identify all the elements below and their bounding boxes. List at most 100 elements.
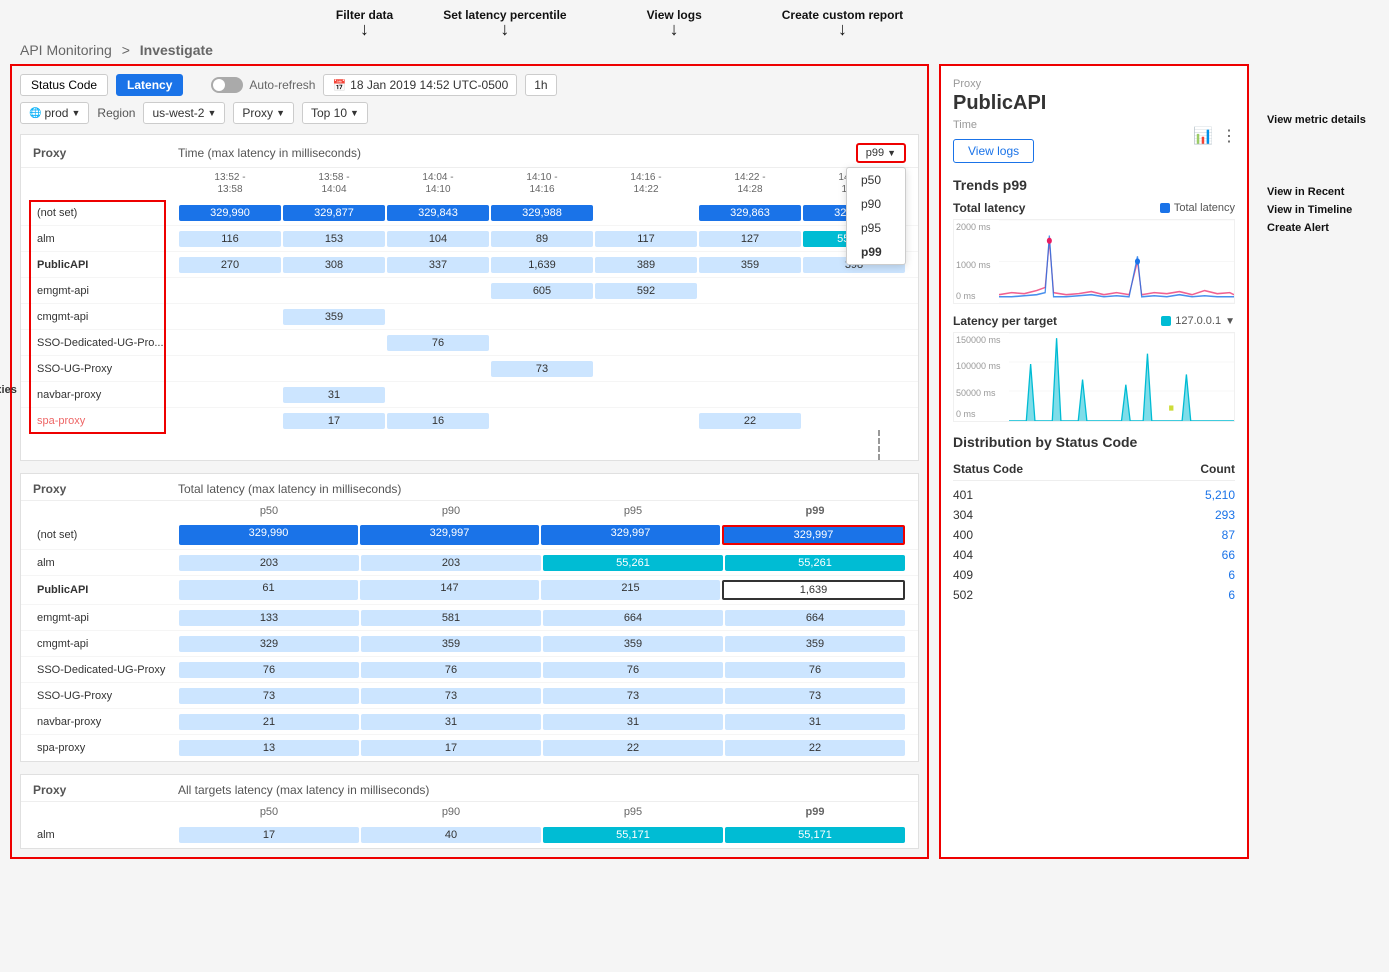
filter-row-1: Status Code Latency Auto-refresh 📅 18 Ja… xyxy=(20,74,919,96)
right-panel-actions: 📊 ⋮ xyxy=(1193,126,1237,146)
total-latency-metric: Total latency Total latency xyxy=(953,201,1235,215)
breadcrumb-parent: API Monitoring xyxy=(20,42,112,58)
filter-data-annotation: Filter data ↓ xyxy=(336,8,393,36)
cell xyxy=(595,361,697,377)
cell xyxy=(699,309,801,325)
cell xyxy=(803,361,905,377)
proxy-name-notset: (not set) xyxy=(33,207,178,219)
table1-title: Time (max latency in milliseconds) xyxy=(178,146,856,160)
view-logs-annotation: View logs ↓ xyxy=(647,8,702,36)
cell: 76 xyxy=(725,662,905,678)
table-row: PublicAPI 61 147 215 1,639 xyxy=(21,576,918,605)
row-values: 116 153 104 89 117 127 55,261 xyxy=(178,230,906,248)
cell xyxy=(179,361,281,377)
cell: 104 xyxy=(387,231,489,247)
row-values: 13 17 22 22 xyxy=(178,739,906,757)
top10-dropdown[interactable]: Top 10 ▼ xyxy=(302,102,368,124)
proxy-name: cmgmt-api xyxy=(33,638,178,650)
dist-col2-header: Count xyxy=(1200,462,1235,476)
cell: 329,997 xyxy=(360,525,539,545)
legend-dot-teal xyxy=(1161,316,1171,326)
row-values: 61 147 215 1,639 xyxy=(178,579,906,601)
table-row: navbar-proxy 21 31 31 31 xyxy=(21,709,918,735)
region-dropdown[interactable]: us-west-2 ▼ xyxy=(143,102,225,124)
cell: 664 xyxy=(725,610,905,626)
table-row: alm 116 153 104 89 117 127 55,261 xyxy=(21,226,918,252)
chart-label-100k: 100000 ms xyxy=(956,361,1001,371)
cell: 16 xyxy=(387,413,489,429)
cell xyxy=(699,283,801,299)
p99-option[interactable]: p99 xyxy=(847,240,905,264)
cell: 664 xyxy=(543,610,723,626)
cell: 329,988 xyxy=(491,205,593,221)
status-code-304: 304 xyxy=(953,508,973,522)
target-legend-arrow[interactable]: ▼ xyxy=(1225,316,1235,327)
table3-proxy-header: Proxy xyxy=(33,783,178,797)
p95-header: p95 xyxy=(542,806,724,818)
cell xyxy=(387,283,489,299)
percentile-dropdown[interactable]: p50 p90 p95 p99 xyxy=(846,167,906,265)
breadcrumb-separator: > xyxy=(122,42,130,58)
date-filter[interactable]: 📅 18 Jan 2019 14:52 UTC-0500 xyxy=(323,74,517,96)
cell: 329,997 xyxy=(722,525,905,545)
cell: 359 xyxy=(725,636,905,652)
toggle-switch[interactable] xyxy=(211,77,243,93)
table2-percentile-headers: p50 p90 p95 p99 xyxy=(21,501,918,521)
status-code-btn[interactable]: Status Code xyxy=(20,74,108,96)
dist-row: 502 6 xyxy=(953,585,1235,605)
row-values: 359 xyxy=(178,308,906,326)
dist-row: 409 6 xyxy=(953,565,1235,585)
cell xyxy=(803,309,905,325)
p50-option[interactable]: p50 xyxy=(847,168,905,192)
total-latency-legend: Total latency xyxy=(1160,202,1235,214)
table-row: emgmt-api 133 581 664 664 xyxy=(21,605,918,631)
cell: 40 xyxy=(361,827,541,843)
duration-filter[interactable]: 1h xyxy=(525,74,556,96)
auto-refresh-toggle[interactable]: Auto-refresh xyxy=(211,77,315,93)
p99-wrapper[interactable]: p99 ▼ p50 p90 p95 p99 xyxy=(856,143,906,163)
p99-selector[interactable]: p99 ▼ xyxy=(856,143,906,163)
status-code-404: 404 xyxy=(953,548,973,562)
cell: 76 xyxy=(179,662,359,678)
cell xyxy=(179,413,281,429)
top10-label: Top 10 xyxy=(311,106,347,120)
count-502: 6 xyxy=(1228,588,1235,602)
table2-header: Proxy Total latency (max latency in mill… xyxy=(21,474,918,501)
table-row: (not set) 329,990 329,877 329,843 329,98… xyxy=(21,200,918,226)
row-values: 203 203 55,261 55,261 xyxy=(178,554,906,572)
latency-target-svg xyxy=(1009,333,1234,421)
cell: 31 xyxy=(543,714,723,730)
more-options-icon[interactable]: ⋮ xyxy=(1221,126,1237,146)
row-values: 73 xyxy=(178,360,906,378)
cell: 31 xyxy=(361,714,541,730)
dist-header: Status Code Count xyxy=(953,458,1235,481)
latency-btn[interactable]: Latency xyxy=(116,74,183,96)
table-row: SSO-UG-Proxy 73 73 73 73 xyxy=(21,683,918,709)
view-logs-btn[interactable]: View logs xyxy=(953,139,1034,163)
prod-dropdown[interactable]: 🌐 prod ▼ xyxy=(20,102,89,124)
cell xyxy=(595,335,697,351)
p95-option[interactable]: p95 xyxy=(847,216,905,240)
total-latency-chart: 2000 ms 1000 ms 0 ms xyxy=(953,219,1235,304)
status-code-502: 502 xyxy=(953,588,973,602)
status-code-401: 401 xyxy=(953,488,973,502)
proxy-dropdown[interactable]: Proxy ▼ xyxy=(233,102,294,124)
p50-header: p50 xyxy=(178,806,360,818)
proxy-name-sso-ug: SSO-UG-Proxy xyxy=(33,363,178,375)
time-col-2: 14:04 -14:10 xyxy=(386,172,490,196)
chart-icon[interactable]: 📊 xyxy=(1193,126,1213,146)
cell: 73 xyxy=(491,361,593,377)
time-col-0: 13:52 -13:58 xyxy=(178,172,282,196)
chart-label-150k: 150000 ms xyxy=(956,335,1001,345)
p99-header: p99 xyxy=(724,505,906,517)
p90-option[interactable]: p90 xyxy=(847,192,905,216)
cell: 1,639 xyxy=(722,580,905,600)
table2-title: Total latency (max latency in millisecon… xyxy=(178,482,906,496)
cell: 203 xyxy=(179,555,359,571)
time-heatmap-table: Proxy Time (max latency in milliseconds)… xyxy=(20,134,919,461)
table3-title: All targets latency (max latency in mill… xyxy=(178,783,906,797)
proxy-name-emgmt: emgmt-api xyxy=(33,285,178,297)
cell xyxy=(283,361,385,377)
cell xyxy=(491,335,593,351)
region-val-label: us-west-2 xyxy=(152,106,204,120)
